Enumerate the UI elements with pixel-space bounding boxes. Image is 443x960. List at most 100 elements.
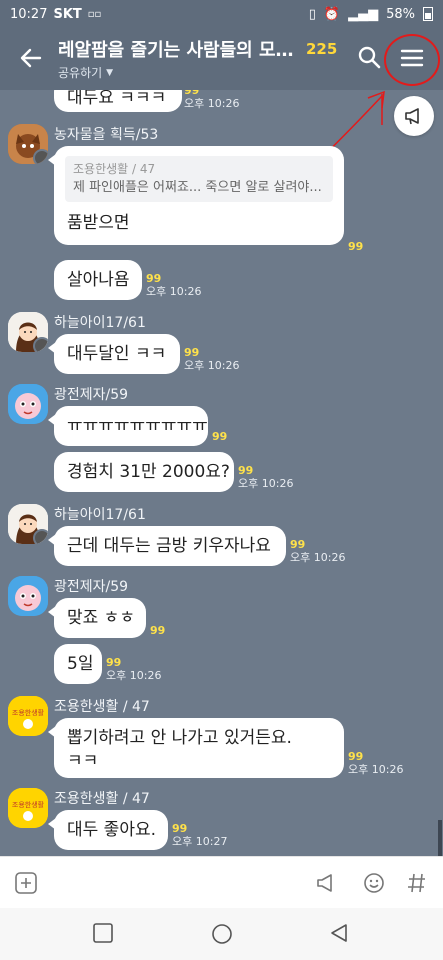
chat-title-area[interactable]: 레알팜을 즐기는 사람들의 모임... 225 공유하기 ▼: [58, 36, 338, 81]
message-text: 5일: [67, 654, 94, 674]
message-meta: 99 오후 10:26: [106, 656, 161, 682]
message-text: ㅠㅠㅠㅠㅠㅠㅠㅠㅠ: [67, 416, 208, 436]
unread-count: 99: [184, 346, 200, 359]
message-meta: 99: [212, 430, 227, 443]
message-meta: 99 오후 10:26: [290, 538, 345, 564]
message-bubble[interactable]: 맞죠 ㅎㅎ: [48, 598, 146, 638]
sender-name: 광전제자/59: [54, 579, 129, 595]
camera-badge-icon: [33, 149, 48, 164]
home-icon[interactable]: [210, 922, 234, 946]
message-meta: 99 오후 10:26: [146, 272, 201, 298]
back-triangle-icon[interactable]: [328, 922, 350, 944]
message-bubble[interactable]: 대두달인 ㅋㅋ: [48, 334, 180, 374]
unread-count: 99: [290, 538, 306, 551]
search-icon[interactable]: [356, 44, 382, 70]
sender-name: 조용한생활 / 47: [54, 791, 150, 807]
battery-icon: [423, 7, 433, 21]
megaphone-icon: [405, 108, 419, 125]
share-label: 공유하기: [58, 66, 103, 80]
message-bubble[interactable]: 근데 대두는 금방 키우자나요: [48, 526, 286, 566]
recent-apps-icon[interactable]: [92, 922, 114, 944]
avatar[interactable]: [8, 312, 48, 352]
message-meta: 99 오후 10:26: [184, 346, 239, 372]
message-bubble[interactable]: ㅠㅠㅠㅠㅠㅠㅠㅠㅠ: [48, 406, 208, 446]
message-meta: 99 오후 10:26: [348, 750, 403, 776]
message-bubble[interactable]: 경험치 31만 2000요?: [54, 452, 234, 492]
message-meta: 99 오후 10:27: [172, 822, 227, 848]
message-text: 맞죠 ㅎㅎ: [67, 608, 135, 628]
back-arrow-icon[interactable]: [18, 45, 44, 71]
camera-badge-icon: [33, 529, 48, 544]
quiet-life-avatar-icon: 조용한생활: [8, 788, 48, 828]
message-text: 대두달인 ㅋㅋ: [67, 344, 167, 364]
camera-badge-icon: [33, 337, 48, 352]
unread-count: 99: [348, 750, 364, 763]
avatar[interactable]: [8, 124, 48, 164]
sender-name: 광전제자/59: [54, 387, 129, 403]
notice-button[interactable]: [394, 96, 434, 136]
message-time: 오후 10:26: [146, 285, 202, 299]
message-text: 대두요 ㅋㅋㅋ: [67, 90, 167, 108]
message-text: 품받으면: [67, 213, 130, 234]
message-meta: 99: [348, 240, 363, 253]
share-dropdown[interactable]: 공유하기 ▼: [58, 64, 338, 81]
message-meta: 99: [150, 624, 165, 637]
emoji-icon[interactable]: [362, 871, 386, 895]
unread-count: 99: [150, 624, 166, 637]
message-time: 오후 10:26: [184, 359, 240, 373]
status-time: 10:27: [10, 6, 48, 22]
megaphone-outline-icon[interactable]: [314, 871, 338, 895]
message-input-bar: [0, 856, 443, 909]
message-time: 오후 10:26: [184, 97, 240, 111]
message-bubble[interactable]: 뽑기하려고 안 나가고 있거든요. ㅋㅋ: [48, 718, 344, 778]
chat-messages[interactable]: 대두요 ㅋㅋㅋ 99 오후 10:26 농자물을 획득/53 조용한생활 / 4…: [0, 90, 443, 856]
status-bar: 10:27 SKT ▫▫ ▯ ⏰ ▂▄▆ 58%: [0, 0, 443, 28]
message-time: 오후 10:26: [238, 477, 294, 491]
message-bubble[interactable]: 살아나욤: [54, 260, 142, 300]
message-bubble[interactable]: 대두 좋아요.: [48, 810, 168, 850]
chevron-down-icon: ▼: [106, 67, 114, 78]
sender-name: 하늘아이17/61: [54, 507, 146, 523]
signal-icon: ▂▄▆: [348, 6, 379, 22]
vibrate-icon: ▯: [308, 6, 316, 22]
unread-count: 99: [348, 240, 364, 253]
message-time: 오후 10:26: [290, 551, 346, 565]
plus-box-icon[interactable]: [14, 871, 38, 895]
hash-icon[interactable]: [405, 871, 429, 895]
reply-message-bubble[interactable]: 조용한생활 / 47 제 파인애플은 어쩌죠... 죽으면 알로 살려야... …: [48, 146, 344, 245]
chat-scrollbar[interactable]: [438, 820, 442, 856]
avatar-label: 조용한생활: [12, 800, 45, 809]
message-meta: 99 오후 10:26: [238, 464, 293, 490]
message-text: 살아나욤: [67, 270, 130, 290]
unread-count: 99: [238, 464, 254, 477]
quoted-sender: 조용한생활 / 47: [73, 162, 156, 176]
message-text: 경험치 31만 2000요?: [67, 462, 230, 482]
annotation-circle: [384, 34, 440, 86]
message-bubble[interactable]: 대두요 ㅋㅋㅋ: [54, 90, 182, 112]
android-nav-bar: [0, 908, 443, 960]
avatar-label: 조용한생활: [12, 708, 45, 717]
unread-count: 99: [146, 272, 162, 285]
quiet-life-avatar-icon: 조용한생활: [8, 696, 48, 736]
message-text: 뽑기하려고 안 나가고 있거든요.: [67, 728, 292, 748]
member-count: 225: [306, 40, 338, 58]
sender-name: 하늘아이17/61: [54, 315, 146, 331]
message-time: 오후 10:27: [172, 835, 228, 849]
message-text-line2: ㅋㅋ: [67, 750, 99, 771]
sender-name: 조용한생활 / 47: [54, 699, 150, 715]
avatar[interactable]: 조용한생활: [8, 696, 48, 736]
message-time: 오후 10:26: [106, 669, 162, 683]
avatar[interactable]: [8, 576, 48, 616]
sender-name: 농자물을 획득/53: [54, 127, 159, 143]
message-text-input[interactable]: [48, 865, 298, 901]
message-bubble[interactable]: 5일: [54, 644, 102, 684]
chat-title: 레알팜을 즐기는 사람들의 모임...: [58, 40, 298, 61]
quoted-message[interactable]: 조용한생활 / 47 제 파인애플은 어쩌죠... 죽으면 알로 살려야...: [65, 156, 333, 203]
character-avatar-icon: [8, 384, 48, 424]
avatar[interactable]: [8, 504, 48, 544]
avatar[interactable]: [8, 384, 48, 424]
status-notification-icons: ▫▫: [87, 8, 102, 20]
character-avatar-icon: [8, 576, 48, 616]
quoted-text: 제 파인애플은 어쩌죠... 죽으면 알로 살려야...: [73, 179, 322, 195]
avatar[interactable]: 조용한생활: [8, 788, 48, 828]
